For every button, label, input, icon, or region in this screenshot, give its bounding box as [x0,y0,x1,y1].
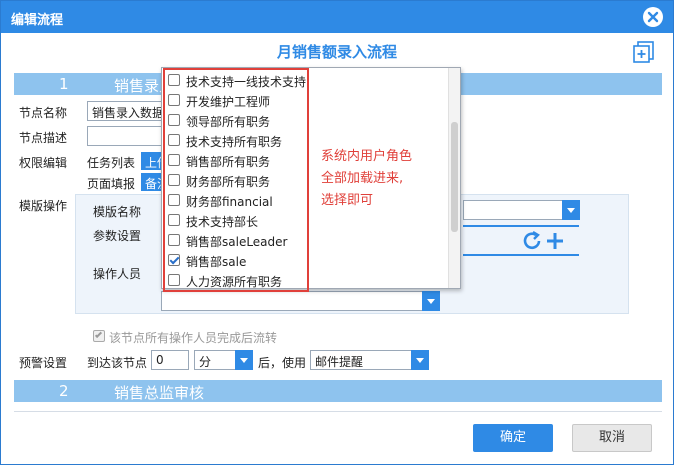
operator-dropdown-arrow[interactable] [422,291,440,311]
param-divider-top [463,225,579,227]
node-desc-label: 节点描述 [19,131,68,145]
footer-divider [14,411,662,412]
dropdown-scrollbar[interactable] [448,68,460,288]
operator-label: 操作人员 [93,267,142,281]
warning-method-select[interactable]: 邮件提醒 [310,350,412,370]
warning-unit-dropdown-arrow[interactable] [235,350,253,370]
flow-checkbox-label: 该节点所有操作人员完成后流转 [109,331,278,345]
template-name-label: 模版名称 [93,205,142,219]
warning-value-input[interactable]: 0 [151,350,189,370]
param-divider-bottom [463,254,579,256]
warning-reach-label: 到达该节点 [87,356,148,370]
annotation-highlight-box [163,68,309,292]
operator-select[interactable] [161,291,423,311]
warning-method-dropdown-arrow[interactable] [411,350,429,370]
task-list-label: 任务列表 [87,156,136,170]
permission-label: 权限编辑 [19,156,68,170]
section-2-name: 销售总监审核 [114,384,205,402]
form-title: 月销售额录入流程 [276,43,397,61]
node-desc-input[interactable] [87,126,167,146]
title-bar: 编辑流程 [1,1,673,33]
node-name-label: 节点名称 [19,106,68,120]
param-setting-label: 参数设置 [93,229,142,243]
section-2-header[interactable]: 2 销售总监审核 [14,380,662,402]
annotation-line-3: 选择即可 [321,193,374,208]
flow-checkbox[interactable] [93,330,105,342]
dropdown-scroll-thumb[interactable] [451,122,458,232]
document-add-icon[interactable] [633,41,655,66]
template-op-label: 模版操作 [19,199,68,213]
node-name-input[interactable]: 销售录入数据 [87,101,167,121]
task-list-upload-button[interactable]: 上传 [141,152,163,170]
warning-label: 预警设置 [19,356,68,370]
edit-flow-dialog: 编辑流程 月销售额录入流程 1 销售录入 节点名称 销售录入数据 节点描述 权限… [0,0,674,465]
section-2-number: 2 [59,382,69,400]
annotation-line-1: 系统内用户角色 [321,149,413,164]
annotation-line-2: 全部加载进来, [321,171,404,186]
page-fill-note-button[interactable]: 备注 [141,173,163,191]
refresh-add-icon[interactable] [523,230,567,255]
ok-button[interactable]: 确定 [473,424,553,452]
template-name-dropdown-arrow[interactable] [562,200,580,220]
page-fill-label: 页面填报 [87,177,136,191]
warning-after-label: 后，使用 [258,356,307,370]
annotation-note: 系统内用户角色 全部加载进来, 选择即可 [321,146,412,212]
close-icon[interactable] [643,7,663,27]
warning-unit-select[interactable]: 分 [194,350,236,370]
template-name-select[interactable] [463,200,563,220]
section-1-number: 1 [59,75,69,93]
cancel-button[interactable]: 取消 [572,424,652,452]
window-title: 编辑流程 [11,13,64,28]
